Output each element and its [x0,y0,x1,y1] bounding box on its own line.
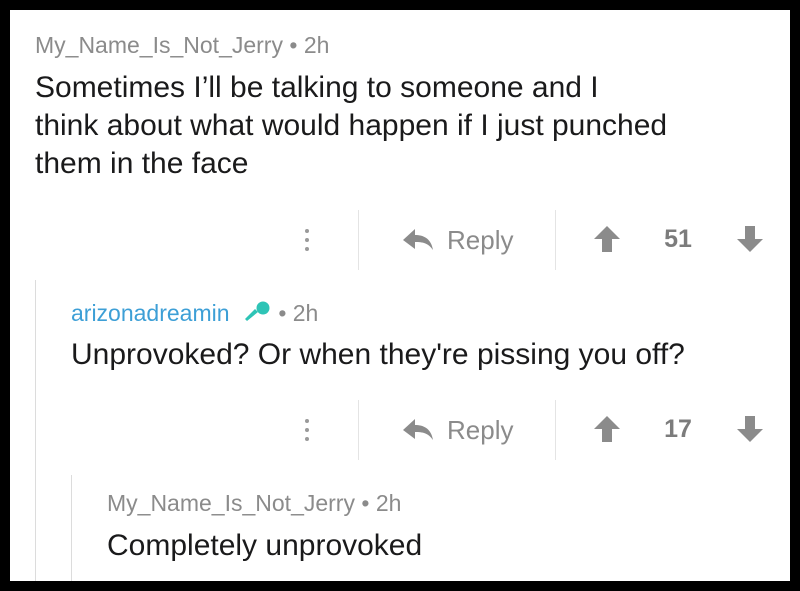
downvote-arrow-icon [737,226,763,252]
divider [358,400,359,460]
upvote-arrow-icon [594,226,620,252]
comment-age: 2h [375,490,402,516]
comment-body-line: think about what would happen if I just … [35,109,668,142]
comment-body-line: Unprovoked? Or when they're pissing you … [71,338,685,371]
comment-body-line: them in the face [35,147,249,180]
divider [555,400,556,460]
meta-separator: • [361,490,370,516]
meta-separator: • [289,32,298,58]
more-options-button[interactable] [295,408,319,452]
comment-age: 2h [303,32,330,58]
comment-action-bar: Reply 51 [10,210,790,270]
comment-meta: My_Name_Is_Not_Jerry • 2h [35,34,329,57]
comment-author[interactable]: arizonadreamin [71,300,230,326]
comment-body-line: Completely unprovoked [107,529,423,562]
downvote-arrow-icon [737,416,763,442]
comment-meta: My_Name_Is_Not_Jerry • 2h [107,492,401,515]
comment-body-line: Sometimes I’ll be talking to someone and… [35,71,599,104]
score: 51 [664,225,692,253]
downvote-button[interactable] [735,414,765,444]
reply-arrow-icon [403,419,433,440]
score: 17 [664,415,692,443]
comment-action-bar: Reply 17 [10,400,790,460]
comment-thread: My_Name_Is_Not_Jerry • 2h Sometimes I’ll… [10,10,790,581]
thread-line[interactable] [71,475,72,581]
reply-label: Reply [447,224,514,255]
reply-button[interactable]: Reply [403,414,513,446]
upvote-arrow-icon [594,416,620,442]
comment-age: 2h [292,300,319,326]
more-vertical-icon [305,419,309,423]
divider [555,210,556,270]
reply-label: Reply [447,414,514,445]
divider [358,210,359,270]
downvote-button[interactable] [735,224,765,254]
reply-button[interactable]: Reply [403,224,513,256]
upvote-button[interactable] [592,224,622,254]
upvote-button[interactable] [592,414,622,444]
comment-author[interactable]: My_Name_Is_Not_Jerry [35,32,283,58]
more-options-button[interactable] [295,218,319,262]
reply-arrow-icon [403,229,433,250]
meta-separator: • [278,300,287,326]
microphone-icon [244,301,270,321]
comment-meta: arizonadreamin • 2h [71,300,318,325]
comment-author[interactable]: My_Name_Is_Not_Jerry [107,490,355,516]
more-vertical-icon [305,229,309,233]
